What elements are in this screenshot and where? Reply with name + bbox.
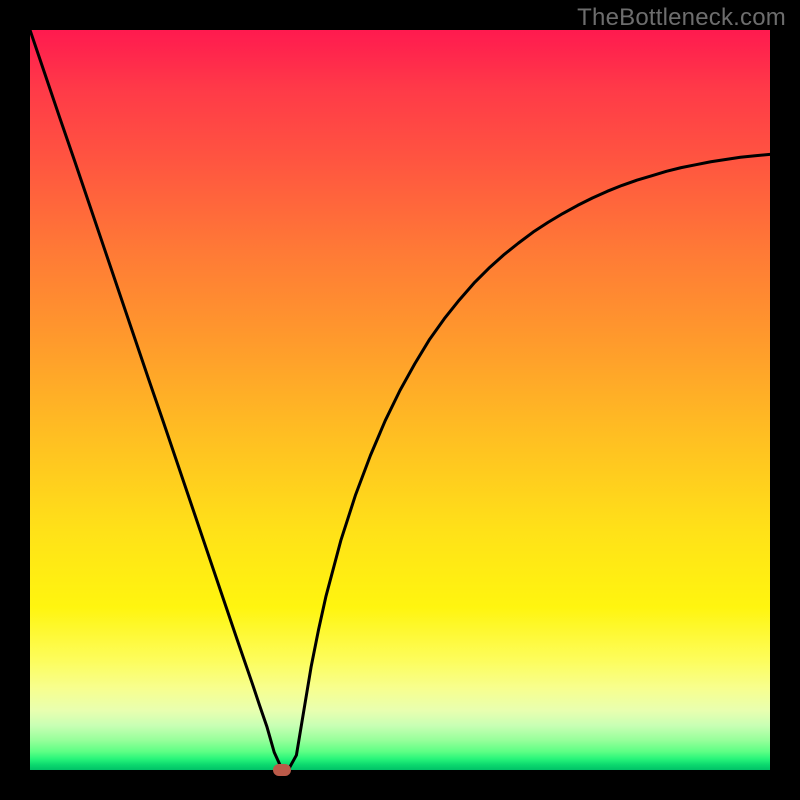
chart-frame: TheBottleneck.com (0, 0, 800, 800)
curve-svg (30, 30, 770, 770)
watermark-text: TheBottleneck.com (577, 4, 786, 32)
plot-area (30, 30, 770, 770)
bottleneck-curve (30, 30, 770, 769)
minimum-marker (273, 764, 291, 776)
